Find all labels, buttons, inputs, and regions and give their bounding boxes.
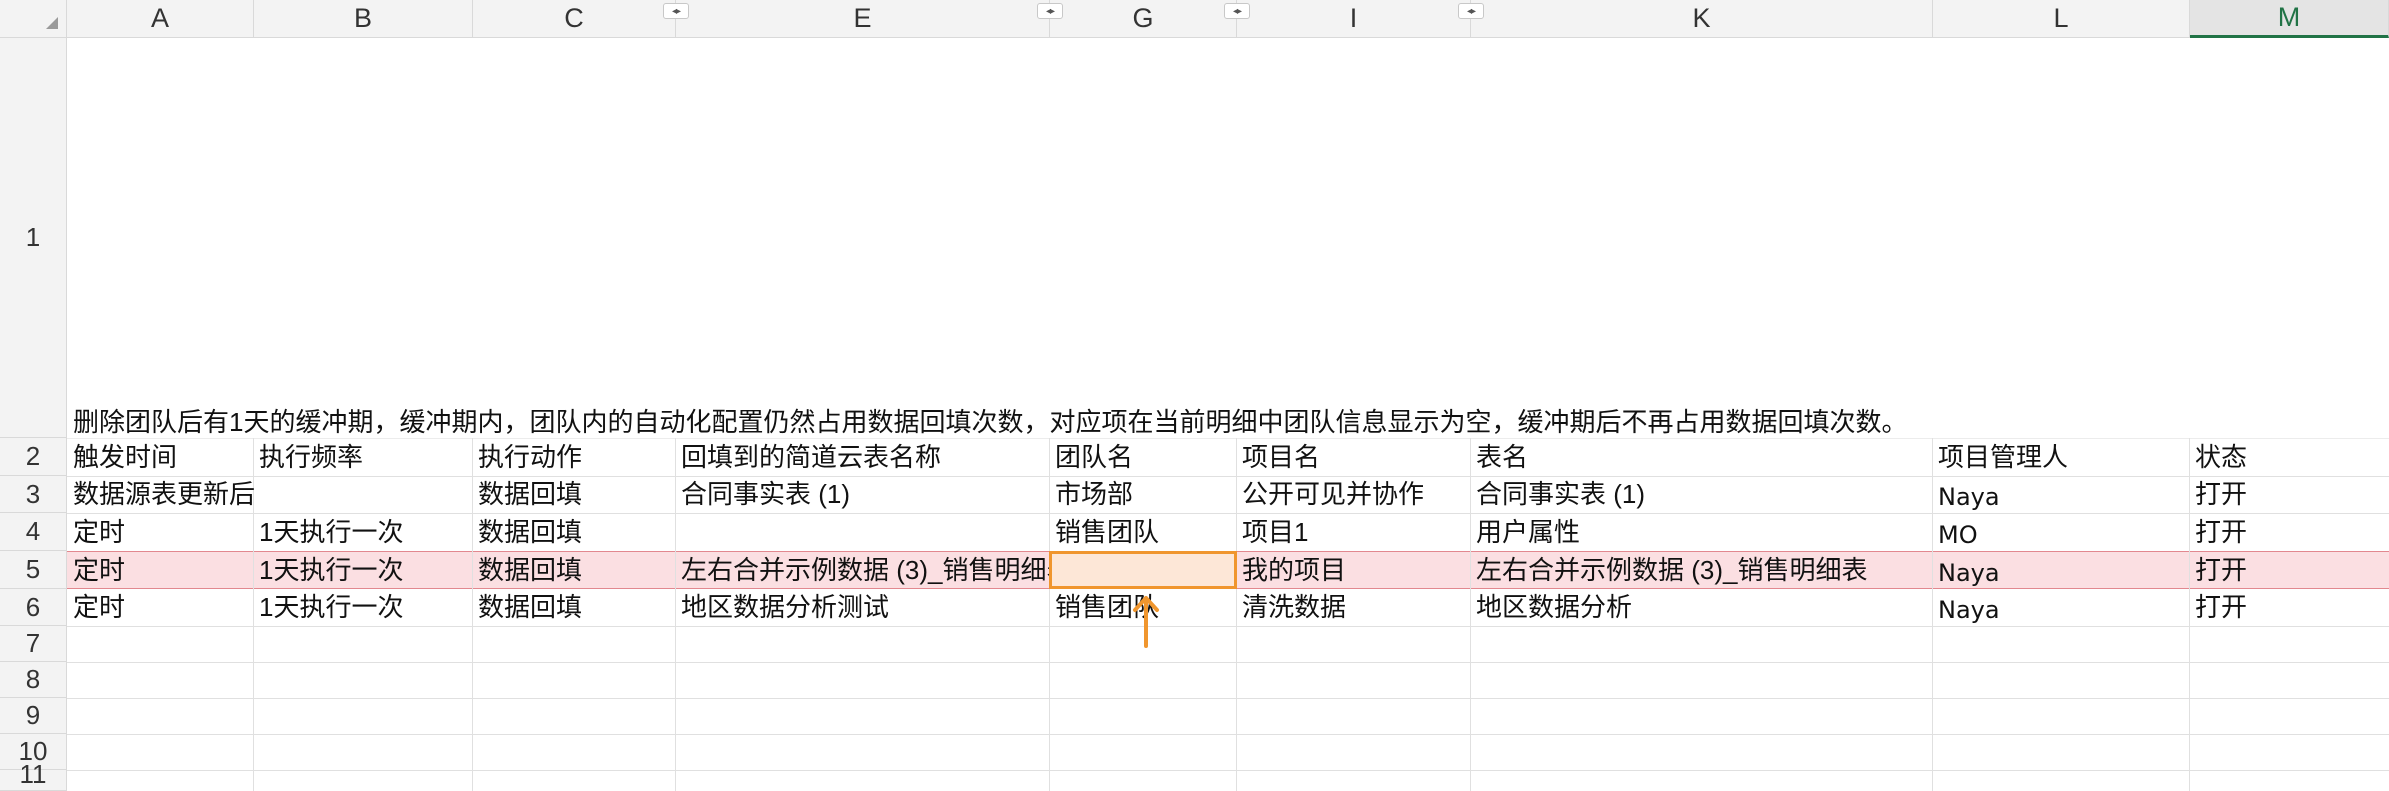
cell-m6[interactable]: 打开 — [2189, 589, 2389, 626]
cell-c5[interactable]: 数据回填 — [472, 551, 675, 589]
column-header-g[interactable]: G — [1050, 0, 1237, 38]
row-header-7[interactable]: 7 — [0, 626, 67, 662]
cell-l4[interactable]: MO — [1932, 513, 2189, 551]
cell-m5[interactable]: 打开 — [2189, 551, 2389, 589]
row-header-8[interactable]: 8 — [0, 662, 67, 698]
cell-a5[interactable]: 定时 — [67, 551, 253, 589]
column-header-e[interactable]: E — [676, 0, 1050, 38]
cell-b4[interactable]: 1天执行一次 — [253, 513, 472, 551]
triangle-icon — [46, 17, 58, 29]
hidden-column-f-icon[interactable]: ◂▸ — [1037, 3, 1063, 19]
cell-c3[interactable]: 数据回填 — [472, 476, 675, 513]
note-text[interactable]: 删除团队后有1天的缓冲期，缓冲期内，团队内的自动化配置仍然占用数据回填次数，对应… — [73, 402, 1907, 439]
cell-b5[interactable]: 1天执行一次 — [253, 551, 472, 589]
cell-e5[interactable]: 左右合并示例数据 (3)_销售明细表 — [675, 551, 1049, 589]
cell-c4[interactable]: 数据回填 — [472, 513, 675, 551]
header-action[interactable]: 执行动作 — [472, 438, 675, 476]
row-header-2[interactable]: 2 — [0, 438, 67, 476]
header-target-table[interactable]: 回填到的简道云表名称 — [675, 438, 1049, 476]
header-team[interactable]: 团队名 — [1049, 438, 1236, 476]
header-project[interactable]: 项目名 — [1236, 438, 1470, 476]
column-headers: A B C E G I K L M ◂▸ ◂▸ ◂▸ ◂▸ — [67, 0, 2389, 38]
column-header-b[interactable]: B — [254, 0, 473, 38]
cell-m3[interactable]: 打开 — [2189, 476, 2389, 513]
cell-l6[interactable]: Naya — [1932, 589, 2189, 626]
up-arrow-icon — [1133, 596, 1159, 648]
header-table-name[interactable]: 表名 — [1470, 438, 1932, 476]
cell-g3[interactable]: 市场部 — [1049, 476, 1236, 513]
hidden-column-h-icon[interactable]: ◂▸ — [1224, 3, 1250, 19]
row-header-9[interactable]: 9 — [0, 698, 67, 734]
spreadsheet: A B C E G I K L M ◂▸ ◂▸ ◂▸ ◂▸ 1 2 3 4 5 … — [0, 0, 2389, 791]
row-header-3[interactable]: 3 — [0, 476, 67, 513]
cell-e6[interactable]: 地区数据分析测试 — [675, 589, 1049, 626]
header-trigger-time[interactable]: 触发时间 — [67, 438, 253, 476]
header-manager[interactable]: 项目管理人 — [1932, 438, 2189, 476]
column-header-k[interactable]: K — [1471, 0, 1933, 38]
cell-k5[interactable]: 左右合并示例数据 (3)_销售明细表 — [1470, 551, 1932, 589]
cell-l5[interactable]: Naya — [1932, 551, 2189, 589]
cell-i4[interactable]: 项目1 — [1236, 513, 1470, 551]
cell-a3[interactable]: 数据源表更新后 — [67, 476, 472, 513]
header-frequency[interactable]: 执行频率 — [253, 438, 472, 476]
cell-a4[interactable]: 定时 — [67, 513, 253, 551]
column-header-i[interactable]: I — [1237, 0, 1471, 38]
cell-k3[interactable]: 合同事实表 (1) — [1470, 476, 1932, 513]
row-header-11[interactable]: 11 — [0, 759, 67, 791]
cell-k4[interactable]: 用户属性 — [1470, 513, 1932, 551]
row-header-5[interactable]: 5 — [0, 551, 67, 589]
cell-k6[interactable]: 地区数据分析 — [1470, 589, 1932, 626]
hidden-column-j-icon[interactable]: ◂▸ — [1458, 3, 1484, 19]
column-header-c[interactable]: C — [473, 0, 676, 38]
cell-grid: 删除团队后有1天的缓冲期，缓冲期内，团队内的自动化配置仍然占用数据回填次数，对应… — [67, 38, 2389, 791]
select-all-corner[interactable] — [0, 0, 67, 38]
cell-b6[interactable]: 1天执行一次 — [253, 589, 472, 626]
cell-m4[interactable]: 打开 — [2189, 513, 2389, 551]
cell-i6[interactable]: 清洗数据 — [1236, 589, 1470, 626]
row-header-4[interactable]: 4 — [0, 513, 67, 551]
row-header-1[interactable]: 1 — [0, 38, 67, 438]
cell-l3[interactable]: Naya — [1932, 476, 2189, 513]
column-header-m[interactable]: M — [2190, 0, 2389, 38]
cell-i3[interactable]: 公开可见并协作 — [1236, 476, 1470, 513]
cell-e3[interactable]: 合同事实表 (1) — [675, 476, 1049, 513]
column-header-l[interactable]: L — [1933, 0, 2190, 38]
cell-g4[interactable]: 销售团队 — [1049, 513, 1236, 551]
active-cell-g5[interactable] — [1049, 551, 1237, 589]
header-status[interactable]: 状态 — [2189, 438, 2389, 476]
row-header-6[interactable]: 6 — [0, 589, 67, 626]
column-header-a[interactable]: A — [67, 0, 254, 38]
cell-i5[interactable]: 我的项目 — [1236, 551, 1470, 589]
hidden-column-d-icon[interactable]: ◂▸ — [663, 3, 689, 19]
cell-c6[interactable]: 数据回填 — [472, 589, 675, 626]
cell-a6[interactable]: 定时 — [67, 589, 253, 626]
